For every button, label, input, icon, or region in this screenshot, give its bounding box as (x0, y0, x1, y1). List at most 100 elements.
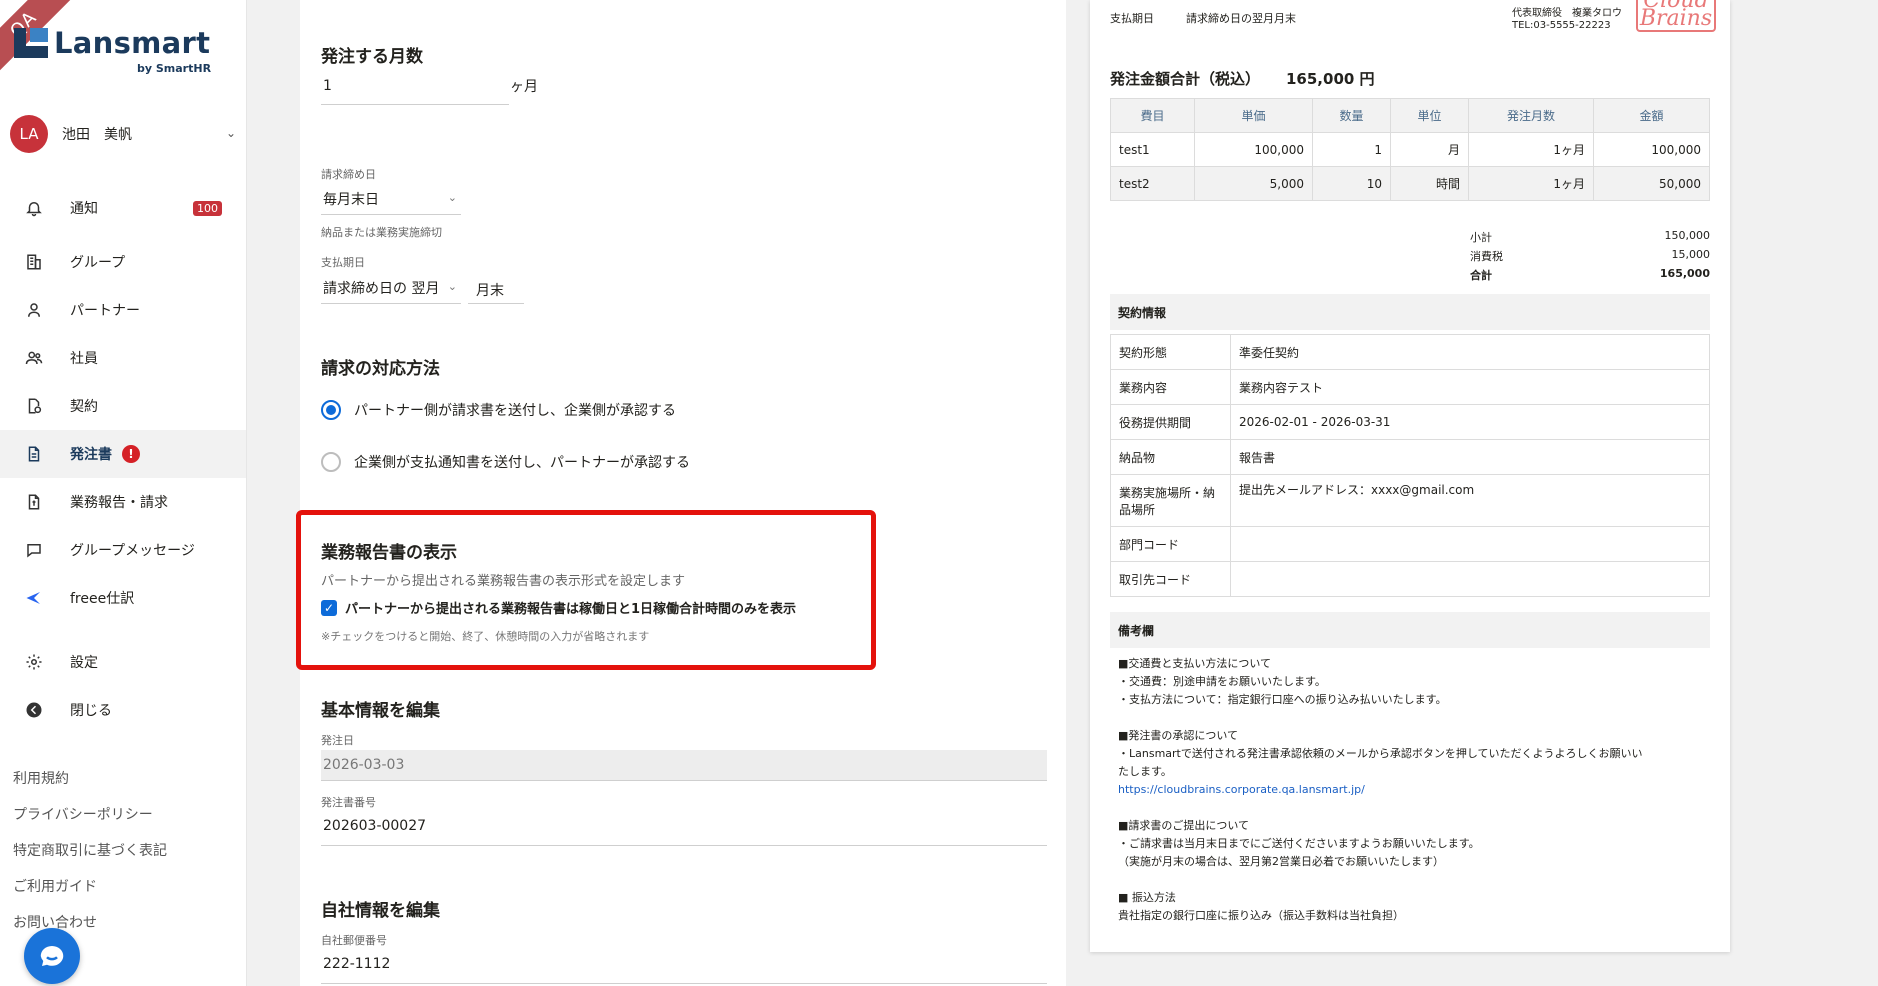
table-row: 役務提供期間 2026-02-01 - 2026-03-31 (1110, 404, 1710, 440)
table-cell: 50,000 (1593, 166, 1710, 201)
sidebar-item-label: 業務報告・請求 (70, 495, 168, 511)
preview-total-value: 165,000 円 (1286, 70, 1375, 88)
report-display-desc: パートナーから提出される業務報告書の表示形式を設定します (321, 574, 686, 589)
invoice-method-option-company[interactable]: 企業側が支払通知書を送付し、パートナーが承認する (321, 452, 690, 472)
radio-label: パートナー側が請求書を送付し、企業側が承認する (354, 403, 676, 419)
payment-date-label: 支払期日 (321, 256, 365, 269)
alert-badge-icon: ! (122, 445, 140, 463)
sidebar-item-settings[interactable]: 設定 (0, 638, 246, 686)
table-row: 取引先コード (1110, 561, 1710, 597)
tax-label: 消費税 (1470, 250, 1503, 263)
table-cell: 業務内容テスト (1230, 369, 1710, 405)
footer-link-privacy[interactable]: プライバシーポリシー (13, 804, 153, 824)
company-zip-input[interactable]: 222-1112 (321, 956, 1047, 984)
sum-value: 165,000 (1659, 267, 1710, 280)
notes-line: ■発注書の承認について (1118, 729, 1239, 742)
notes-line: ■請求書のご提出について (1118, 819, 1250, 832)
notes-line (1118, 799, 1708, 817)
table-header: 費目 (1110, 98, 1195, 133)
table-row: test2 5,000 10 時間 1ヶ月 50,000 (1110, 166, 1710, 201)
notes-line: （実施が月末の場合は、翌月第2営業日必着でお願いいたします） (1118, 855, 1444, 868)
invoice-method-title: 請求の対応方法 (321, 359, 440, 379)
notes-link[interactable]: https://cloudbrains.corporate.qa.lansmar… (1118, 781, 1708, 799)
person-icon (24, 300, 44, 320)
chevron-down-icon: ⌄ (225, 126, 236, 140)
sidebar-item-partners[interactable]: パートナー (0, 286, 246, 334)
table-cell (1230, 561, 1710, 597)
order-number-input[interactable]: 202603-00027 (321, 818, 1047, 846)
footer-link-guide[interactable]: ご利用ガイド (13, 876, 97, 896)
preview-tel: TEL:03-5555-22223 (1512, 20, 1611, 31)
table-cell: 納品物 (1110, 439, 1231, 475)
avatar: LA (10, 115, 48, 153)
chevron-down-icon: ⌄ (447, 280, 457, 293)
payment-month-select[interactable]: 請求締め日の 翌月 ⌄ (321, 278, 461, 304)
months-unit: ヶ月 (510, 79, 538, 95)
sidebar-item-freee[interactable]: freee仕訳 (0, 574, 246, 622)
order-date-field: 2026-03-03 (321, 750, 1047, 781)
preview-payment-value: 請求締め日の翌月月末 (1186, 12, 1296, 25)
footer-link-legal[interactable]: 特定商取引に基づく表記 (13, 840, 167, 860)
table-cell: 5,000 (1194, 166, 1313, 201)
footer-link-terms[interactable]: 利用規約 (13, 768, 69, 788)
sidebar-item-label: 社員 (70, 351, 98, 367)
table-cell: 100,000 (1593, 132, 1710, 167)
sidebar-item-purchase-orders[interactable]: 発注書 ! (0, 430, 246, 478)
table-cell: test1 (1110, 132, 1195, 167)
table-header: 数量 (1312, 98, 1391, 133)
sidebar-item-reports-invoices[interactable]: 業務報告・請求 (0, 478, 246, 526)
months-input[interactable]: 1 (321, 78, 509, 105)
table-header: 単位 (1390, 98, 1469, 133)
collapse-icon (24, 700, 44, 720)
payment-day-input[interactable]: 月末 (468, 280, 524, 304)
table-row: 業務内容 業務内容テスト (1110, 369, 1710, 405)
order-form-panel: 発注する月数 1 ヶ月 請求締め日 毎月末日 ⌄ 納品または業務実施締切 支払期… (296, 0, 1066, 986)
table-cell: 2026-02-01 - 2026-03-31 (1230, 404, 1710, 440)
contract-info-table: 契約形態 準委任契約 業務内容 業務内容テスト 役務提供期間 2026-02-01 -… (1110, 334, 1710, 597)
radio-checked[interactable] (321, 400, 341, 420)
table-row: 契約形態 準委任契約 (1110, 334, 1710, 370)
preview-payment-label: 支払期日 (1110, 12, 1154, 25)
notes-body: ■交通費と支払い方法について ・交通費：別途申請をお願いいたします。 ・支払方法… (1118, 655, 1708, 925)
logo-text: Lansmart (54, 26, 211, 60)
table-cell (1230, 526, 1710, 562)
freee-icon (24, 588, 44, 608)
table-header: 単価 (1194, 98, 1313, 133)
months-title: 発注する月数 (321, 47, 423, 67)
company-zip-label: 自社郵便番号 (321, 934, 387, 947)
table-cell: test2 (1110, 166, 1195, 201)
checkbox-checked-icon[interactable]: ✓ (321, 599, 337, 616)
table-row: 部門コード (1110, 526, 1710, 562)
closing-date-select[interactable]: 毎月末日 ⌄ (321, 189, 461, 215)
report-display-checkbox-label: パートナーから提出される業務報告書は稼働日と1日稼働合計時間のみを表示 (345, 602, 797, 617)
table-header: 発注月数 (1468, 98, 1594, 133)
app-logo[interactable]: Lansmart (14, 26, 210, 60)
report-display-checkbox-row[interactable]: ✓ パートナーから提出される業務報告書は稼働日と1日稼働合計時間のみを表示 (321, 598, 796, 617)
support-chat-button[interactable] (24, 928, 80, 984)
user-menu[interactable]: LA 池田 美帆 ⌄ (10, 114, 246, 154)
radio-unchecked[interactable] (321, 452, 341, 472)
notes-line: たします。 (1118, 765, 1172, 778)
sidebar-item-group-messages[interactable]: グループメッセージ (0, 526, 246, 574)
table-header: 金額 (1593, 98, 1710, 133)
sidebar-item-contracts[interactable]: 契約 (0, 382, 246, 430)
table-cell: 1ヶ月 (1468, 166, 1594, 201)
sidebar: QA Lansmart by SmartHR LA 池田 美帆 ⌄ 通知 100… (0, 0, 247, 986)
table-row: 業務実施場所・納品場所 提出先メールアドレス：xxxx@gmail.com (1110, 474, 1710, 527)
sidebar-item-notifications[interactable]: 通知 100 (0, 184, 246, 232)
invoice-method-option-partner[interactable]: パートナー側が請求書を送付し、企業側が承認する (321, 400, 676, 420)
notes-line: ・ご請求書は当月末日までにご送付くださいますようお願いいたします。 (1118, 837, 1480, 850)
notes-heading: 備考欄 (1110, 612, 1710, 648)
people-icon (24, 348, 44, 368)
sidebar-item-collapse[interactable]: 閉じる (0, 686, 246, 734)
preview-total-label: 発注金額合計（税込） (1110, 70, 1261, 88)
notes-line: ・支払方法について：指定銀行口座への振り込み払いいたします。 (1118, 693, 1447, 706)
notification-count-badge: 100 (193, 200, 222, 216)
sidebar-item-groups[interactable]: グループ (0, 238, 246, 286)
table-cell: 1 (1312, 132, 1391, 167)
subtotal-label: 小計 (1470, 231, 1492, 244)
table-cell: 10 (1312, 166, 1391, 201)
report-display-note: ※チェックをつけると開始、終了、休憩時間の入力が省略されます (321, 630, 650, 643)
sidebar-item-employees[interactable]: 社員 (0, 334, 246, 382)
notes-line: ・Lansmartで送付される発注書承認依頼のメールから承認ボタンを押していただ… (1118, 747, 1643, 760)
